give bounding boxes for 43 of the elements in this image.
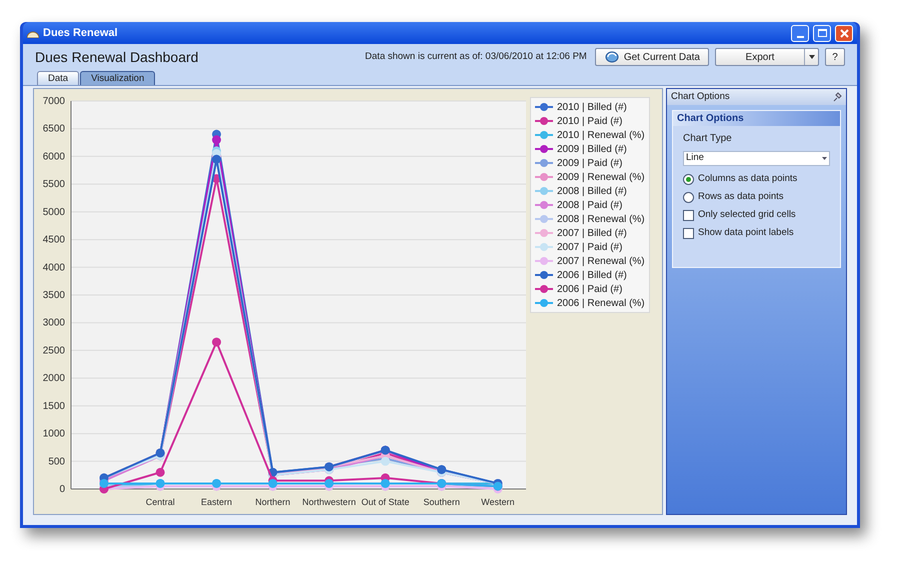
x-tick-label: Northwestern [302,497,356,507]
y-tick-label: 5500 [42,179,65,190]
legend-label: 2007 | Renewal (%) [557,254,645,268]
legend-label: 2010 | Billed (#) [557,100,627,114]
y-tick-label: 2500 [42,345,65,356]
y-tick-label: 1000 [42,428,65,440]
window-title: Dues Renewal [43,26,119,41]
legend-label: 2010 | Renewal (%) [557,128,645,142]
legend-label: 2008 | Billed (#) [557,184,627,198]
y-tick-label: 3000 [42,318,65,329]
y-tick-label: 6000 [42,151,65,162]
y-tick-label: 1500 [42,400,65,412]
legend-label: 2006 | Billed (#) [557,268,627,282]
legend-label: 2007 | Paid (#) [557,240,622,254]
y-tick-label: 5000 [42,206,65,218]
x-tick-label: Central [146,497,175,507]
x-tick-label: Northern [255,497,290,507]
panel-title: Chart Options [671,90,730,104]
x-tick-label: Out of State [361,497,410,507]
y-tick-label: 2000 [42,373,65,384]
legend-label: 2006 | Paid (#) [557,282,622,296]
y-tick-label: 4000 [42,262,65,274]
y-tick-label: 500 [48,456,65,468]
legend-label: 2008 | Renewal (%) [557,212,645,226]
legend-label: 2009 | Paid (#) [557,156,622,170]
y-tick-label: 6500 [42,124,65,135]
legend-label: 2008 | Paid (#) [557,198,622,212]
x-tick-label: Southern [423,497,460,507]
y-tick-label: 0 [59,484,65,495]
data-timestamp: Data shown is current as of: 03/06/2010 at 12:06 PM [365,50,587,64]
y-tick-label: 3500 [42,290,65,301]
dashboard-title: Dues Renewal Dashboard [35,48,200,66]
chart-type-label: Chart Type [683,132,733,146]
legend-label: 2010 | Paid (#) [557,114,622,128]
legend-label: 2009 | Renewal (%) [557,170,645,184]
legend-label: 2006 | Renewal (%) [557,296,645,310]
group-title: Chart Options [673,111,840,126]
y-tick-label: 4500 [42,234,65,246]
x-tick-label: Western [481,497,515,507]
y-tick-label: 7000 [42,96,65,107]
legend-label: 2007 | Billed (#) [557,226,627,240]
x-tick-label: Eastern [201,497,232,507]
legend-label: 2009 | Billed (#) [557,142,627,156]
